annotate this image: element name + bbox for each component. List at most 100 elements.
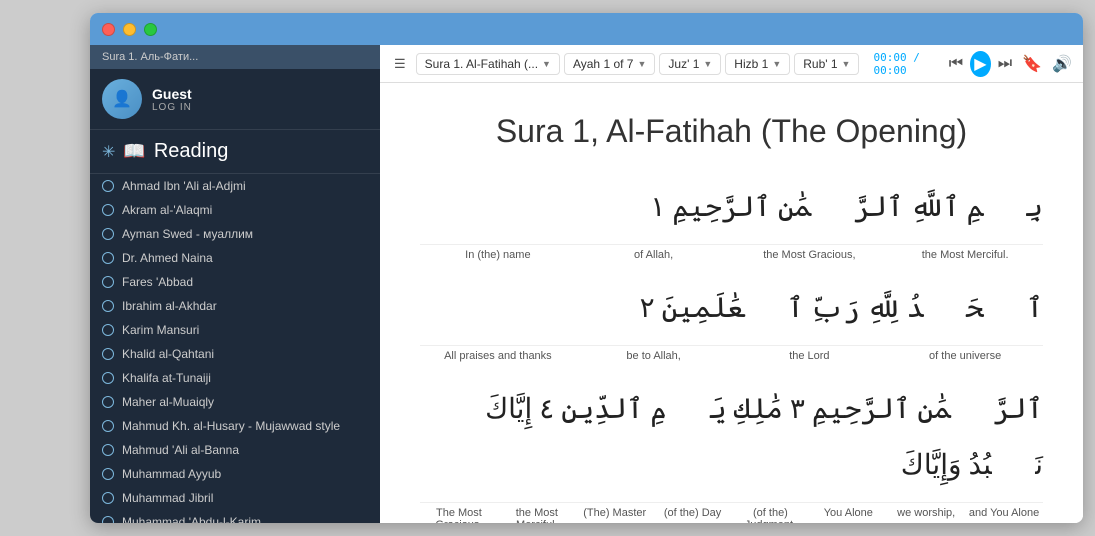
reciter-name: Akram al-'Alaqmi [122,203,212,217]
radio-circle [102,444,114,456]
main-content: ☰ Sura 1. Al-Fatihah (... ▼ Ayah 1 of 7 … [380,45,1083,523]
reciter-name: Muhammad Jibril [122,491,213,505]
ayah-row: ٱلرَّحۡمَٰنِ ٱلرَّحِيمِ ٣ مَٰلِكِ يَوۡمِ… [420,382,1043,523]
reciter-item[interactable]: Mahmud Kh. al-Husary - Mujawwad style [90,414,380,438]
reciter-item[interactable]: Ibrahim al-Akhdar [90,294,380,318]
radio-circle [102,300,114,312]
hizb-dropdown-arrow: ▼ [772,59,781,69]
translation-word: All praises and thanks [420,350,576,362]
reciter-name: Dr. Ahmed Naina [122,251,213,265]
reciter-name: Maher al-Muaiqly [122,395,214,409]
reciter-item[interactable]: Ayman Swed - муаллим [90,222,380,246]
arabic-text: بِسۡمِ ٱللَّهِ ٱلرَّحۡمَٰنِ ٱلرَّحِيمِ ١ [420,180,1043,236]
reciter-name: Ahmad Ibn 'Ali al-Adjmi [122,179,246,193]
rub-dropdown-arrow: ▼ [842,59,851,69]
reciter-item[interactable]: Khalid al-Qahtani [90,342,380,366]
ayah-dropdown-arrow: ▼ [637,59,646,69]
translation-row: In (the) nameof Allah,the Most Gracious,… [420,244,1043,261]
sura-title: Sura 1, Al-Fatihah (The Opening) [496,113,967,150]
reciter-item[interactable]: Muhammad Ayyub [90,462,380,486]
ayah-container: بِسۡمِ ٱللَّهِ ٱلرَّحۡمَٰنِ ٱلرَّحِيمِ ١… [420,180,1043,523]
avatar: 👤 [102,79,142,119]
reciter-name: Khalifa at-Tunaiji [122,371,211,385]
reciter-name: Mahmud Kh. al-Husary - Mujawwad style [122,419,340,433]
sura-dropdown-label: Sura 1. Al-Fatihah (... [425,57,538,71]
translation-word: of Allah, [576,249,732,261]
login-button[interactable]: LOG IN [152,102,192,113]
volume-button[interactable]: 🔊 [1049,51,1075,77]
translation-word: the Most Merciful. [498,507,576,523]
radio-circle [102,324,114,336]
reciter-list: Ahmad Ibn 'Ali al-Adjmi Akram al-'Alaqmi A… [90,174,380,523]
reciter-name: Fares 'Abbad [122,275,193,289]
radio-circle [102,252,114,264]
sura-dropdown-arrow: ▼ [542,59,551,69]
ayah-row: بِسۡمِ ٱللَّهِ ٱلرَّحۡمَٰنِ ٱلرَّحِيمِ ١… [420,180,1043,261]
radio-circle [102,204,114,216]
translation-word: the Most Merciful. [887,249,1043,261]
translation-word: the Lord [732,350,888,362]
main-window: Sura 1. Аль-Фати... 👤 Guest LOG IN ✳ 📖 R… [90,13,1083,523]
reading-label: Reading [154,140,229,163]
reciter-item[interactable]: Maher al-Muaiqly [90,390,380,414]
reciter-name: Mahmud 'Ali al-Banna [122,443,239,457]
translation-word: be to Allah, [576,350,732,362]
next-button[interactable]: ⏭ [995,51,1015,77]
book-icon: 📖 [123,141,145,162]
juz-dropdown[interactable]: Juz' 1 ▼ [659,53,721,75]
translation-word: (The) Master [576,507,654,523]
reciter-name: Ayman Swed - муаллим [122,227,253,241]
user-info: Guest LOG IN [152,86,192,113]
arabic-text: ٱلۡحَمۡدُ لِلَّهِ رَبِّ ٱلۡعَٰلَمِينَ ٢ [420,281,1043,337]
sura-dropdown[interactable]: Sura 1. Al-Fatihah (... ▼ [416,53,560,75]
radio-circle [102,516,114,523]
app-body: Sura 1. Аль-Фати... 👤 Guest LOG IN ✳ 📖 R… [90,45,1083,523]
radio-circle [102,276,114,288]
maximize-button[interactable] [144,23,157,36]
reciter-item[interactable]: Ahmad Ibn 'Ali al-Adjmi [90,174,380,198]
translation-word: The Most Gracious, [420,507,498,523]
rub-dropdown-label: Rub' 1 [803,57,837,71]
translation-word: In (the) name [420,249,576,261]
play-button[interactable]: ▶ [970,51,990,77]
radio-circle [102,180,114,192]
sidebar: Sura 1. Аль-Фати... 👤 Guest LOG IN ✳ 📖 R… [90,45,380,523]
radio-circle [102,348,114,360]
translation-word: You Alone [809,507,887,523]
reading-header: ✳ 📖 Reading [90,130,380,174]
reciter-item[interactable]: Mahmud 'Ali al-Banna [90,438,380,462]
reciter-item[interactable]: Dr. Ahmed Naina [90,246,380,270]
radio-circle [102,492,114,504]
quran-page: Sura 1, Al-Fatihah (The Opening) بِسۡمِ … [380,83,1083,523]
ayah-row: ٱلۡحَمۡدُ لِلَّهِ رَبِّ ٱلۡعَٰلَمِينَ ٢ A… [420,281,1043,362]
translation-word: (of the) Day [654,507,732,523]
close-button[interactable] [102,23,115,36]
reciter-item[interactable]: Muhammad 'Abdu-l-Karim [90,510,380,523]
minimize-button[interactable] [123,23,136,36]
translation-row: The Most Gracious,the Most Merciful.(The… [420,502,1043,523]
menu-button[interactable]: ☰ [388,52,412,76]
radio-circle [102,228,114,240]
user-name: Guest [152,86,192,102]
rub-dropdown[interactable]: Rub' 1 ▼ [794,53,859,75]
bookmark-button[interactable]: 🔖 [1019,51,1045,77]
radio-circle [102,396,114,408]
radio-circle [102,468,114,480]
title-bar [90,13,1083,45]
reciter-name: Khalid al-Qahtani [122,347,214,361]
reciter-item[interactable]: Khalifa at-Tunaiji [90,366,380,390]
reciter-item[interactable]: Fares 'Abbad [90,270,380,294]
reciter-name: Muhammad 'Abdu-l-Karim [122,515,261,523]
reciter-item[interactable]: Muhammad Jibril [90,486,380,510]
reciter-name: Ibrahim al-Akhdar [122,299,217,313]
reciter-item[interactable]: Karim Mansuri [90,318,380,342]
ayah-dropdown[interactable]: Ayah 1 of 7 ▼ [564,53,655,75]
reciter-item[interactable]: Akram al-'Alaqmi [90,198,380,222]
user-section: 👤 Guest LOG IN [90,69,380,130]
prev-button[interactable]: ⏮ [946,51,966,77]
translation-row: All praises and thanksbe to Allah,the Lo… [420,345,1043,362]
arabic-text: ٱلرَّحۡمَٰنِ ٱلرَّحِيمِ ٣ مَٰلِكِ يَوۡمِ… [420,382,1043,494]
hizb-dropdown[interactable]: Hizb 1 ▼ [725,53,790,75]
juz-dropdown-label: Juz' 1 [668,57,699,71]
radio-circle [102,420,114,432]
